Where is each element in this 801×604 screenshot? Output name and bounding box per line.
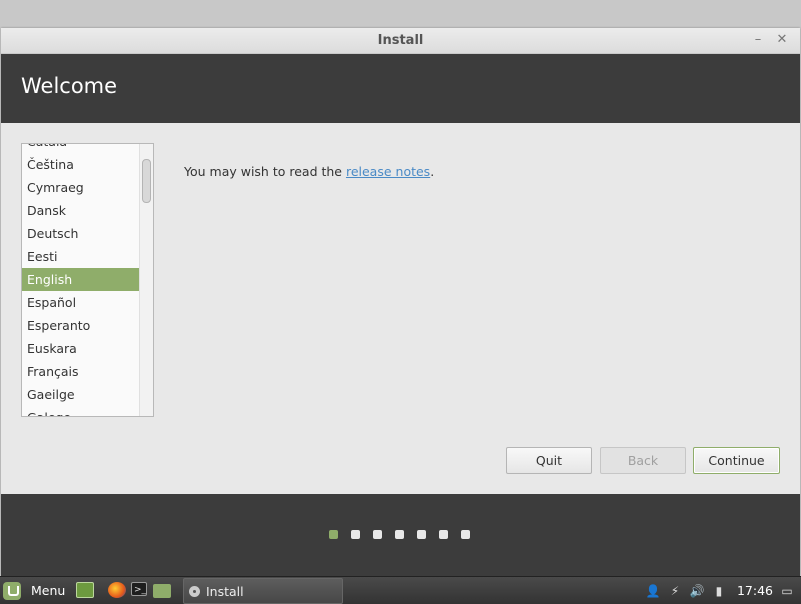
scrollbar[interactable]: [139, 144, 153, 416]
battery-icon[interactable]: ▮: [711, 583, 727, 599]
language-option[interactable]: Cymraeg: [22, 176, 140, 199]
menu-label: Menu: [31, 583, 66, 598]
back-button[interactable]: Back: [600, 447, 686, 474]
language-option[interactable]: Esperanto: [22, 314, 140, 337]
language-option[interactable]: Deutsch: [22, 222, 140, 245]
language-option[interactable]: Eesti: [22, 245, 140, 268]
continue-button[interactable]: Continue: [693, 447, 780, 474]
firefox-icon[interactable]: [108, 582, 126, 598]
release-notes-link[interactable]: release notes: [346, 164, 430, 179]
files-icon[interactable]: [153, 584, 171, 598]
user-icon[interactable]: 👤: [645, 583, 661, 599]
step-dot: [351, 530, 360, 539]
desktop-icon[interactable]: ▭: [779, 583, 795, 599]
mint-logo-icon: [3, 581, 21, 600]
show-desktop-icon[interactable]: [76, 582, 94, 598]
disc-icon: [189, 585, 200, 597]
language-list[interactable]: CatalàČeštinaCymraegDanskDeutschEestiEng…: [21, 143, 154, 417]
step-dot: [395, 530, 404, 539]
language-items: CatalàČeštinaCymraegDanskDeutschEestiEng…: [22, 144, 140, 416]
language-option[interactable]: Français: [22, 360, 140, 383]
language-option[interactable]: Español: [22, 291, 140, 314]
step-dot: [461, 530, 470, 539]
language-option[interactable]: Galego: [22, 406, 140, 416]
clock[interactable]: 17:46: [737, 583, 773, 598]
language-option[interactable]: Čeština: [22, 153, 140, 176]
step-dot: [439, 530, 448, 539]
page-title: Welcome: [21, 74, 118, 98]
main-content: CatalàČeštinaCymraegDanskDeutschEestiEng…: [1, 123, 800, 495]
scrollbar-thumb[interactable]: [142, 159, 151, 203]
window-title: Install: [377, 33, 424, 48]
terminal-icon[interactable]: >_: [131, 582, 147, 596]
step-dot: [329, 530, 338, 539]
quit-button[interactable]: Quit: [506, 447, 592, 474]
network-icon[interactable]: ⚡: [667, 583, 683, 599]
page-header: Welcome: [1, 54, 800, 123]
step-dot: [373, 530, 382, 539]
system-tray: 👤 ⚡ 🔊 ▮ 17:46 ▭: [645, 577, 801, 604]
language-option[interactable]: Català: [22, 144, 140, 153]
taskbar-item-install[interactable]: Install: [183, 578, 343, 604]
step-dot: [417, 530, 426, 539]
release-notes-text: You may wish to read the release notes.: [184, 164, 434, 179]
release-notes-suffix: .: [430, 164, 435, 179]
installer-window: Install – ✕ Welcome CatalàČeštinaCymraeg…: [1, 28, 800, 576]
language-option[interactable]: Gaeilge: [22, 383, 140, 406]
language-option[interactable]: English: [22, 268, 140, 291]
close-icon[interactable]: ✕: [773, 31, 791, 49]
desktop-background: [0, 0, 801, 28]
progress-footer: [1, 494, 800, 576]
release-notes-prefix: You may wish to read the: [184, 164, 346, 179]
title-bar[interactable]: Install – ✕: [1, 28, 800, 54]
taskbar: Menu >_ Install 👤 ⚡ 🔊 ▮ 17:46 ▭: [0, 576, 801, 604]
menu-button[interactable]: Menu: [3, 580, 65, 601]
taskbar-item-label: Install: [206, 583, 244, 599]
language-option[interactable]: Euskara: [22, 337, 140, 360]
volume-icon[interactable]: 🔊: [689, 583, 705, 599]
minimize-icon[interactable]: –: [749, 31, 767, 49]
language-option[interactable]: Dansk: [22, 199, 140, 222]
